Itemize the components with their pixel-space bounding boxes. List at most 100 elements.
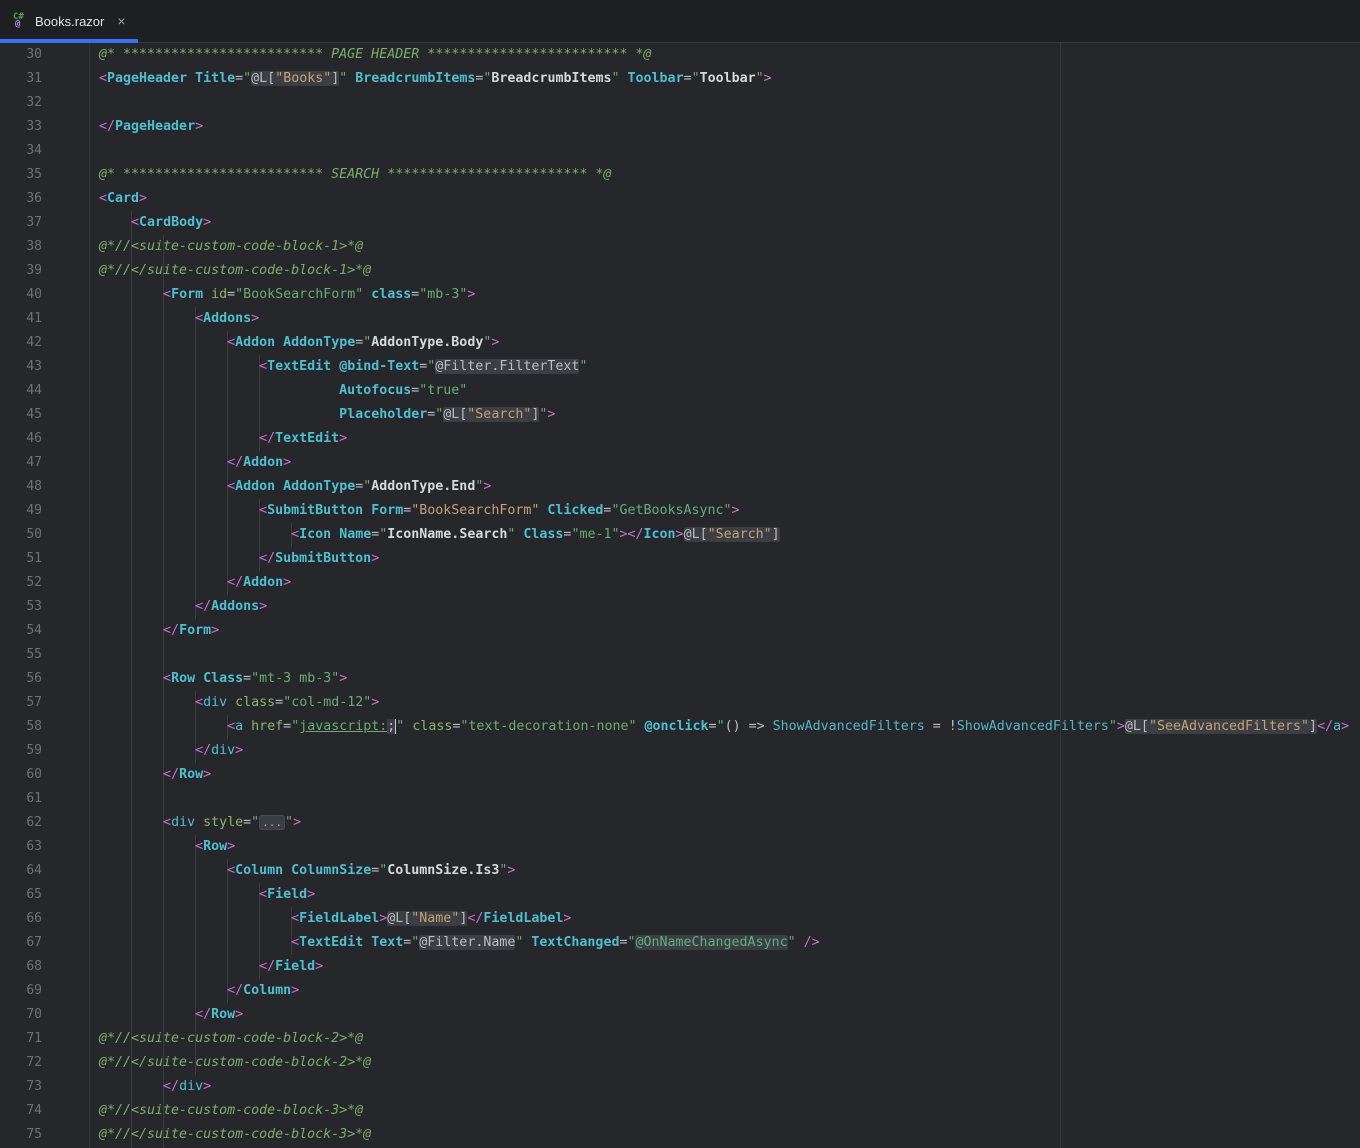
- code-token: <: [131, 215, 140, 230]
- code-token: "Search": [467, 407, 532, 422]
- line-number: 51: [26, 551, 42, 566]
- code-token: @bind-Text: [339, 359, 420, 374]
- code-token: @OnNameChangedAsync: [635, 935, 788, 950]
- code-token: >: [203, 1079, 212, 1094]
- code-token: >: [307, 887, 316, 902]
- code-line: </Field>: [99, 955, 1349, 979]
- code-token: >: [563, 911, 572, 926]
- code-token: ": [755, 71, 764, 86]
- code-token: TextEdit: [299, 935, 364, 950]
- csharp-razor-file-icon: C# @: [12, 12, 28, 29]
- code-token: ": [611, 71, 620, 86]
- code-token: >: [763, 71, 772, 86]
- line-number: 32: [26, 95, 42, 110]
- code-token: </: [195, 743, 212, 758]
- code-line: @*//</suite-custom-code-block-3>*@: [99, 1123, 1349, 1147]
- line-number: 75: [26, 1127, 42, 1142]
- code-area[interactable]: @* ************************* PAGE HEADER…: [99, 43, 1349, 1147]
- line-number: 39: [26, 263, 42, 278]
- code-token: =: [683, 71, 692, 86]
- code-line: @*//</suite-custom-code-block-2>*@: [99, 1051, 1349, 1075]
- code-token: >: [507, 863, 516, 878]
- code-line: @*//<suite-custom-code-block-2>*@: [99, 1027, 1349, 1051]
- code-token: AddonType: [283, 479, 356, 494]
- close-icon[interactable]: ×: [117, 14, 125, 28]
- code-token: >: [291, 983, 300, 998]
- code-token: Name: [339, 527, 372, 542]
- code-token: Placeholder: [339, 407, 428, 422]
- code-token: Class: [523, 527, 564, 542]
- code-line: <Icon Name="IconName.Search" Class="me-1…: [99, 523, 1349, 547]
- code-token: div: [179, 1079, 204, 1094]
- line-number: 50: [26, 527, 42, 542]
- code-token: ></: [619, 527, 644, 542]
- code-token: >: [491, 335, 500, 350]
- line-number: 43: [26, 359, 42, 374]
- code-token: class: [235, 695, 276, 710]
- line-number: 71: [26, 1031, 42, 1046]
- line-number: 70: [26, 1007, 42, 1022]
- code-token: ": [723, 503, 732, 518]
- line-number-gutter: 30 31 32 33 34 35 36 37 38 39 40 41 42 43 44 45 46 47 48 49…: [0, 43, 42, 1147]
- code-token: ": [251, 815, 260, 830]
- line-number: 41: [26, 311, 42, 326]
- code-token: >: [251, 311, 260, 326]
- line-number: 40: [26, 287, 42, 302]
- code-token: "me-1": [571, 527, 620, 542]
- code-token: >: [227, 839, 236, 854]
- line-number: 48: [26, 479, 42, 494]
- code-token: <: [227, 863, 236, 878]
- line-number: 67: [26, 935, 42, 950]
- editor-tab-bar: C# @ Books.razor ×: [0, 0, 1360, 43]
- code-token: Addon: [243, 575, 284, 590]
- code-token: >: [483, 479, 492, 494]
- code-token: id: [211, 287, 228, 302]
- code-token: <: [163, 671, 172, 686]
- code-token: @* ************************* PAGE HEADER…: [99, 47, 652, 62]
- code-token: @onclick: [644, 719, 709, 734]
- code-token: GetBooksAsync: [619, 503, 724, 518]
- code-token: AddonType: [283, 335, 356, 350]
- code-token: ": [691, 71, 700, 86]
- code-token: >: [235, 1007, 244, 1022]
- code-token: <: [195, 839, 204, 854]
- line-number: 54: [26, 623, 42, 638]
- code-line: <a href="javascript:;" class="text-decor…: [99, 715, 1349, 739]
- code-token: =: [275, 695, 284, 710]
- code-token: Field: [267, 887, 308, 902]
- code-token: "BookSearchForm": [235, 287, 364, 302]
- code-token: "col-md-12": [283, 695, 372, 710]
- line-number: 65: [26, 887, 42, 902]
- code-line: <div class="col-md-12">: [99, 691, 1349, 715]
- code-token: >: [211, 623, 220, 638]
- code-token: ": [1108, 719, 1117, 734]
- code-token: AddonType.Body: [371, 335, 484, 350]
- code-line: <TextEdit @bind-Text="@Filter.FilterText…: [99, 355, 1349, 379]
- code-line: </Column>: [99, 979, 1349, 1003]
- code-token: >: [203, 767, 212, 782]
- code-token: >: [371, 551, 380, 566]
- code-token: >: [259, 599, 268, 614]
- code-token: Addon: [235, 335, 276, 350]
- code-token: >: [1341, 719, 1350, 734]
- code-line: <Addon AddonType="AddonType.End">: [99, 475, 1349, 499]
- code-line: </div>: [99, 1075, 1349, 1099]
- tab-books-razor[interactable]: C# @ Books.razor ×: [0, 0, 138, 42]
- code-token: >: [195, 119, 204, 134]
- code-token: BreadcrumbItems: [355, 71, 476, 86]
